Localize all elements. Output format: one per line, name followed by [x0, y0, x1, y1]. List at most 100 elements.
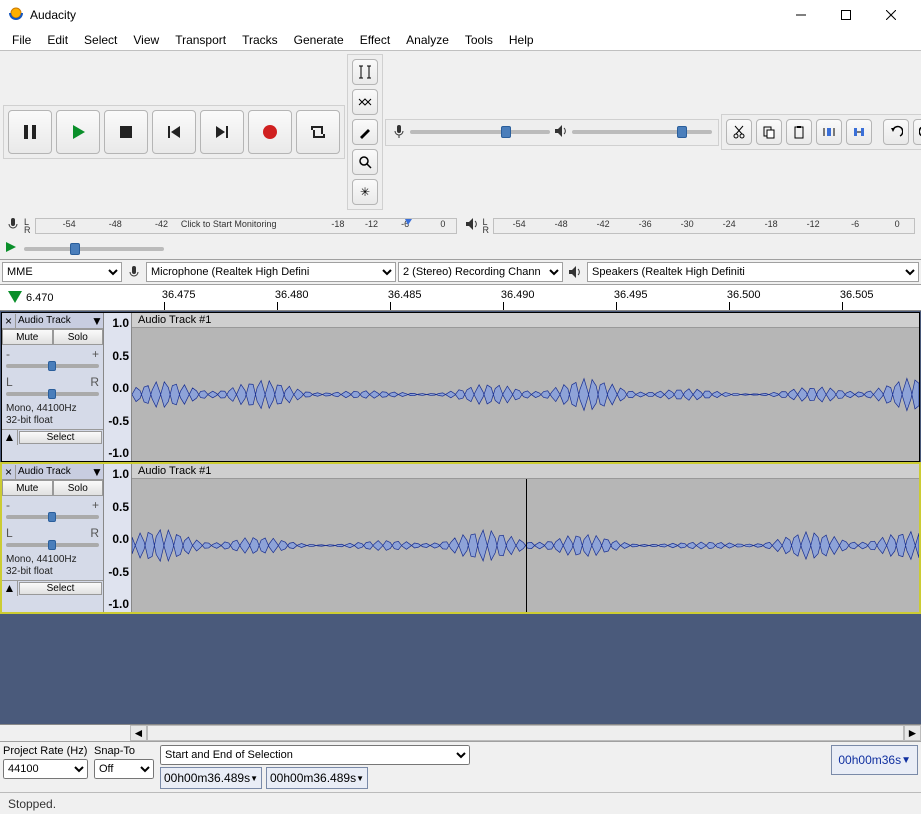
snap-to-select[interactable]: Off [94, 759, 154, 779]
gain-slider[interactable] [6, 364, 99, 368]
project-rate-select[interactable]: 44100 [3, 759, 88, 779]
collapse-button[interactable]: ▲ [2, 581, 18, 596]
playback-device-select[interactable]: Speakers (Realtek High Definiti [587, 262, 919, 282]
mute-button[interactable]: Mute [2, 480, 53, 496]
solo-button[interactable]: Solo [53, 329, 104, 345]
waveform-display[interactable]: Audio Track #1 [132, 313, 919, 461]
menu-view[interactable]: View [125, 31, 167, 49]
zoom-tool[interactable] [352, 149, 378, 175]
collapse-button[interactable]: ▲ [2, 430, 18, 445]
gain-slider[interactable] [6, 515, 99, 519]
snap-to-label: Snap-To [94, 745, 154, 757]
copy-button[interactable] [756, 119, 782, 145]
play-meter-channels: LR [483, 218, 490, 234]
track-name[interactable]: Audio Track [16, 466, 91, 477]
stop-button[interactable] [104, 110, 148, 154]
ruler-tick-label: 36.480 [275, 289, 309, 301]
silence-button[interactable] [846, 119, 872, 145]
scroll-left-button[interactable]: ◄ [130, 725, 147, 741]
track-menu-button[interactable]: ▼ [91, 465, 103, 479]
menu-transport[interactable]: Transport [167, 31, 234, 49]
menu-generate[interactable]: Generate [286, 31, 352, 49]
selection-start-field[interactable]: 00h00m36.489s▼ [160, 767, 262, 789]
pan-slider[interactable] [6, 543, 99, 547]
edit-toolbar [721, 114, 921, 150]
draw-tool[interactable] [352, 119, 378, 145]
play-speed-slider[interactable] [24, 247, 164, 251]
maximize-button[interactable] [823, 0, 868, 30]
speaker-icon [554, 124, 568, 141]
paste-button[interactable] [786, 119, 812, 145]
scroll-right-button[interactable]: ► [904, 725, 921, 741]
play-meter-icon[interactable] [465, 217, 479, 234]
envelope-tool[interactable] [352, 89, 378, 115]
track-close-button[interactable]: × [2, 465, 16, 479]
menu-tracks[interactable]: Tracks [234, 31, 286, 49]
skip-start-button[interactable] [152, 110, 196, 154]
redo-button[interactable] [913, 119, 921, 145]
minimize-button[interactable] [778, 0, 823, 30]
close-button[interactable] [868, 0, 913, 30]
recording-volume-slider[interactable] [410, 130, 550, 134]
track-control-panel: ×Audio Track▼MuteSolo-+LRMono, 44100Hz32… [2, 464, 104, 612]
multi-tool[interactable]: ✳ [352, 179, 378, 205]
pause-button[interactable] [8, 110, 52, 154]
play-at-speed-button[interactable] [4, 240, 18, 257]
timeline-ruler[interactable]: 6.470 36.47536.48036.48536.49036.49536.5… [0, 285, 921, 311]
clip-title[interactable]: Audio Track #1 [132, 313, 919, 328]
mute-button[interactable]: Mute [2, 329, 53, 345]
menu-edit[interactable]: Edit [39, 31, 76, 49]
menu-select[interactable]: Select [76, 31, 125, 49]
track-close-button[interactable]: × [2, 314, 16, 328]
selection-tool[interactable] [352, 59, 378, 85]
track-name[interactable]: Audio Track [16, 315, 91, 326]
mic-icon [392, 124, 406, 141]
waveform-display[interactable]: Audio Track #1 [132, 464, 919, 612]
track-select-button[interactable]: Select [19, 431, 102, 444]
ruler-start-label: 6.470 [26, 292, 54, 304]
solo-button[interactable]: Solo [53, 480, 104, 496]
record-meter-icon[interactable] [6, 217, 20, 234]
audio-host-select[interactable]: MME [2, 262, 122, 282]
project-rate-label: Project Rate (Hz) [3, 745, 88, 757]
device-toolbar: MME Microphone (Realtek High Defini 2 (S… [0, 260, 921, 285]
selection-end-field[interactable]: 00h00m36.489s▼ [266, 767, 368, 789]
vertical-scale[interactable]: 1.00.50.0-0.5-1.0 [104, 464, 132, 612]
vscale-label: 1.0 [112, 316, 129, 330]
vscale-label: 1.0 [112, 467, 129, 481]
track-menu-button[interactable]: ▼ [91, 314, 103, 328]
menu-effect[interactable]: Effect [352, 31, 398, 49]
menu-file[interactable]: File [4, 31, 39, 49]
recording-device-select[interactable]: Microphone (Realtek High Defini [146, 262, 396, 282]
skip-end-button[interactable] [200, 110, 244, 154]
play-meter[interactable]: -54 -48 -42 -36 -30 -24 -18 -12 -6 0 [493, 218, 915, 234]
audio-track[interactable]: ×Audio Track▼MuteSolo-+LRMono, 44100Hz32… [1, 312, 920, 462]
horizontal-scrollbar[interactable]: ◄ ► [0, 724, 921, 741]
menu-analyze[interactable]: Analyze [398, 31, 457, 49]
selection-format-select[interactable]: Start and End of Selection [160, 745, 470, 765]
recording-channels-select[interactable]: 2 (Stereo) Recording Chann [398, 262, 563, 282]
record-meter-channels: LR [24, 218, 31, 234]
record-meter[interactable]: -54 -48 -42 Click to Start Monitoring -1… [35, 218, 457, 234]
menu-tools[interactable]: Tools [457, 31, 501, 49]
undo-button[interactable] [883, 119, 909, 145]
record-meter-prompt[interactable]: Click to Start Monitoring [181, 219, 277, 229]
play-button[interactable] [56, 110, 100, 154]
playhead-icon[interactable] [8, 291, 22, 305]
hscroll-track[interactable] [147, 725, 904, 741]
menu-help[interactable]: Help [501, 31, 542, 49]
vscale-label: 0.0 [112, 532, 129, 546]
audio-track[interactable]: ×Audio Track▼MuteSolo-+LRMono, 44100Hz32… [1, 463, 920, 613]
vertical-scale[interactable]: 1.00.50.0-0.5-1.0 [104, 313, 132, 461]
playback-volume-slider[interactable] [572, 130, 712, 134]
cut-button[interactable] [726, 119, 752, 145]
ruler-tick-label: 36.505 [840, 289, 874, 301]
loop-button[interactable] [296, 110, 340, 154]
window-title: Audacity [30, 8, 778, 22]
record-button[interactable] [248, 110, 292, 154]
track-select-button[interactable]: Select [19, 582, 102, 595]
pan-slider[interactable] [6, 392, 99, 396]
audio-position-field[interactable]: 00h00m36s▼ [831, 745, 918, 775]
clip-title[interactable]: Audio Track #1 [132, 464, 919, 479]
trim-button[interactable] [816, 119, 842, 145]
